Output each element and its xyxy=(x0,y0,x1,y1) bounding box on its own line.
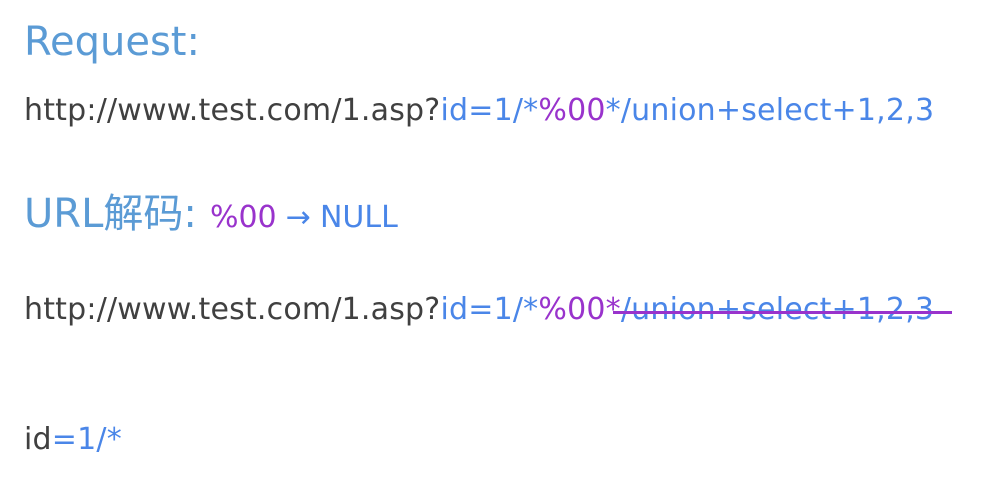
final-result: id=1/* xyxy=(24,425,122,455)
decoded-null-byte: %00 xyxy=(538,292,606,327)
param-equals: = xyxy=(468,93,494,128)
decoded-param-equals: = xyxy=(468,292,494,327)
result-value: 1/* xyxy=(77,422,122,457)
null-byte: %00 xyxy=(538,93,606,128)
strikethrough-line xyxy=(612,311,953,315)
url-base: http://www.test.com/1.asp? xyxy=(24,93,441,128)
param-value-prefix: 1/* xyxy=(493,93,539,128)
arrow-icon: → xyxy=(285,200,311,235)
decoded-param-name: id xyxy=(440,292,469,327)
param-name: id xyxy=(440,93,469,128)
sql-payload: union+select+1,2,3 xyxy=(631,93,935,128)
decode-heading: URL解码: xyxy=(24,191,197,237)
decoded-comment-star: * xyxy=(605,292,621,327)
decoded-value-prefix: 1/* xyxy=(493,292,539,327)
result-param-name: id xyxy=(24,422,52,457)
decoded-url: http://www.test.com/1.asp?id=1/*%00*/uni… xyxy=(24,292,953,327)
decoded-url-base: http://www.test.com/1.asp? xyxy=(24,292,441,327)
comment-close: */ xyxy=(605,93,632,128)
request-url: http://www.test.com/1.asp?id=1/*%00*/uni… xyxy=(24,96,934,126)
struck-payload: /union+select+1,2,3 xyxy=(612,292,953,327)
decode-line: URL解码: %00 → NULL xyxy=(24,194,398,234)
request-heading: Request: xyxy=(24,19,200,65)
result-equals: = xyxy=(51,422,78,457)
struck-payload-text: /union+select+1,2,3 xyxy=(620,292,935,327)
decode-result: NULL xyxy=(319,200,398,235)
decode-null-byte: %00 xyxy=(209,200,277,235)
